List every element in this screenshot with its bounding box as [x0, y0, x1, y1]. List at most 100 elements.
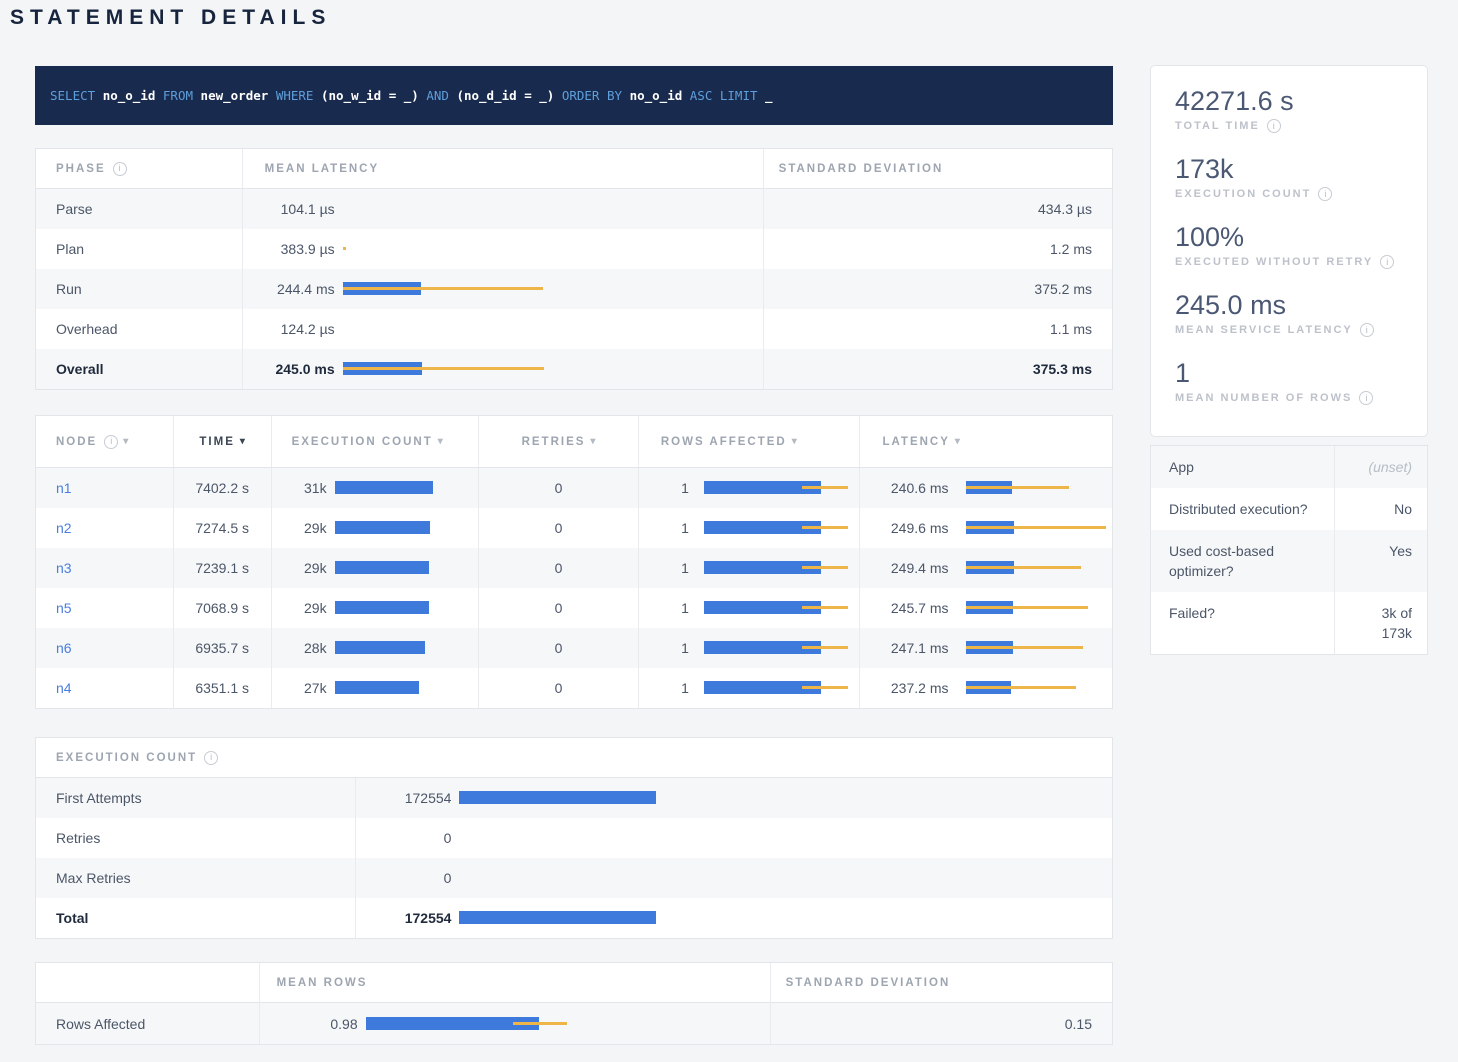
sort-desc-icon[interactable]: ▾ [792, 436, 797, 447]
node-exec-count: 28k [272, 640, 327, 656]
phase-column-header: PHASE i [36, 149, 242, 188]
phase-table-header: PHASE i MEAN LATENCY STANDARD DEVIATION [36, 149, 1112, 189]
node-latency: 249.4 ms [860, 560, 948, 576]
bar-stddev-line [966, 686, 1076, 689]
execution-count-column-header[interactable]: EXECUTION COUNT ▾ [271, 416, 479, 467]
mean-latency-column-header: MEAN LATENCY [242, 149, 763, 188]
rows-affected-column-header[interactable]: ROWS AFFECTED ▾ [638, 416, 860, 467]
bar-mean-fill [459, 911, 656, 924]
attributes-table: App (unset) Distributed execution? No Us… [1150, 445, 1428, 655]
exec-count-bar [459, 911, 1100, 925]
time-column-header[interactable]: TIME ▾ [173, 416, 271, 467]
info-icon[interactable]: i [104, 435, 118, 449]
node-retries: 0 [478, 508, 638, 548]
node-link[interactable]: n5 [56, 600, 72, 616]
bar-stddev-line [966, 646, 1083, 649]
node-exec-count: 29k [272, 560, 327, 576]
bar-mean-fill [459, 791, 656, 804]
latency-bar [966, 641, 1100, 655]
node-rows-affected: 1 [639, 640, 689, 656]
summary-value: 100% [1175, 222, 1403, 253]
summary-total-time: 42271.6 s TOTAL TIMEi [1175, 86, 1403, 133]
bar-stddev-line [802, 686, 848, 689]
sql-statement: SELECT no_o_id FROM new_order WHERE (no_… [50, 88, 773, 103]
summary-label: MEAN NUMBER OF ROWS [1175, 392, 1352, 404]
exec-count-bar [335, 561, 467, 575]
sort-desc-icon[interactable]: ▾ [438, 436, 443, 447]
summary-execution-count: 173k EXECUTION COUNTi [1175, 154, 1403, 201]
latency-bar [343, 242, 751, 256]
mean-rows-bar [366, 1017, 758, 1031]
bar-mean-fill [335, 601, 429, 614]
node-exec-count: 31k [272, 480, 327, 496]
exec-count-bar [335, 521, 467, 535]
rows-affected-table-header: MEAN ROWS STANDARD DEVIATION [36, 963, 1112, 1003]
bar-mean-fill [335, 561, 429, 574]
info-icon[interactable]: i [1318, 187, 1332, 201]
sort-desc-icon[interactable]: ▾ [240, 436, 245, 447]
node-header-label: NODE [56, 436, 97, 448]
node-row: n1 7402.2 s 31k 0 1 240.6 ms [36, 468, 1112, 508]
exec-row-total: Total 172554 [36, 898, 1112, 938]
latency-header-label: LATENCY [882, 436, 949, 448]
info-icon[interactable]: i [1380, 255, 1394, 269]
exec-row-retries: Retries 0 [36, 818, 1112, 858]
attribute-label: Distributed execution? [1151, 488, 1334, 530]
phase-row-plan: Plan 383.9 µs 1.2 ms [36, 229, 1112, 269]
node-exec-count: 29k [272, 600, 327, 616]
node-latency: 249.6 ms [860, 520, 948, 536]
bar-stddev-line [513, 1022, 567, 1025]
bar-mean-fill [335, 681, 419, 694]
attribute-value: 3k of 173k [1348, 603, 1412, 643]
phase-label: Plan [36, 229, 242, 269]
latency-bar [966, 561, 1100, 575]
attribute-row-app: App (unset) [1151, 446, 1427, 488]
bar-stddev-line [802, 486, 848, 489]
node-link[interactable]: n1 [56, 480, 72, 496]
node-rows-affected: 1 [639, 600, 689, 616]
info-icon[interactable]: i [1360, 323, 1374, 337]
node-time: 7274.5 s [173, 508, 271, 548]
sort-desc-icon[interactable]: ▾ [955, 436, 960, 447]
latency-column-header[interactable]: LATENCY ▾ [859, 416, 1112, 467]
node-table: NODE i ▾ TIME ▾ EXECUTION COUNT ▾ RETRIE… [35, 415, 1113, 709]
mean-latency-value: 245.0 ms [255, 361, 335, 377]
execution-count-section-label: EXECUTION COUNT [56, 752, 197, 764]
mean-latency-value: 383.9 µs [255, 241, 335, 257]
standard-deviation-column-header: STANDARD DEVIATION [770, 963, 1112, 1002]
exec-count-bar [459, 791, 1100, 805]
node-rows-affected: 1 [639, 480, 689, 496]
rows-affected-bar [704, 481, 848, 495]
node-link[interactable]: n3 [56, 560, 72, 576]
exec-row-value: 172554 [356, 910, 451, 926]
sql-statement-box: SELECT no_o_id FROM new_order WHERE (no_… [35, 66, 1113, 125]
phase-table: PHASE i MEAN LATENCY STANDARD DEVIATION … [35, 148, 1113, 390]
bar-stddev-line [802, 566, 848, 569]
mean-latency-value: 124.2 µs [255, 321, 335, 337]
bar-stddev-line [966, 486, 1069, 489]
phase-row-overall: Overall 245.0 ms 375.3 ms [36, 349, 1112, 389]
node-link[interactable]: n2 [56, 520, 72, 536]
execution-count-table-header: EXECUTION COUNT i [36, 738, 1112, 778]
sort-desc-icon[interactable]: ▾ [590, 436, 595, 447]
node-row: n2 7274.5 s 29k 0 1 249.6 ms [36, 508, 1112, 548]
bar-stddev-line [802, 646, 848, 649]
node-retries: 0 [478, 628, 638, 668]
rows-affected-table: MEAN ROWS STANDARD DEVIATION Rows Affect… [35, 962, 1113, 1045]
retries-column-header[interactable]: RETRIES ▾ [478, 416, 638, 467]
execution-count-header-label: EXECUTION COUNT [292, 436, 433, 448]
node-latency: 237.2 ms [860, 680, 948, 696]
bar-stddev-line [343, 367, 544, 370]
info-icon[interactable]: i [204, 751, 218, 765]
info-icon[interactable]: i [1267, 119, 1281, 133]
node-rows-affected: 1 [639, 520, 689, 536]
node-column-header[interactable]: NODE i ▾ [36, 416, 173, 467]
node-retries: 0 [478, 548, 638, 588]
node-link[interactable]: n4 [56, 680, 72, 696]
info-icon[interactable]: i [1359, 391, 1373, 405]
node-link[interactable]: n6 [56, 640, 72, 656]
sort-desc-icon[interactable]: ▾ [123, 436, 128, 447]
bar-mean-fill [335, 481, 433, 494]
phase-label: Parse [36, 189, 242, 229]
info-icon[interactable]: i [113, 162, 127, 176]
